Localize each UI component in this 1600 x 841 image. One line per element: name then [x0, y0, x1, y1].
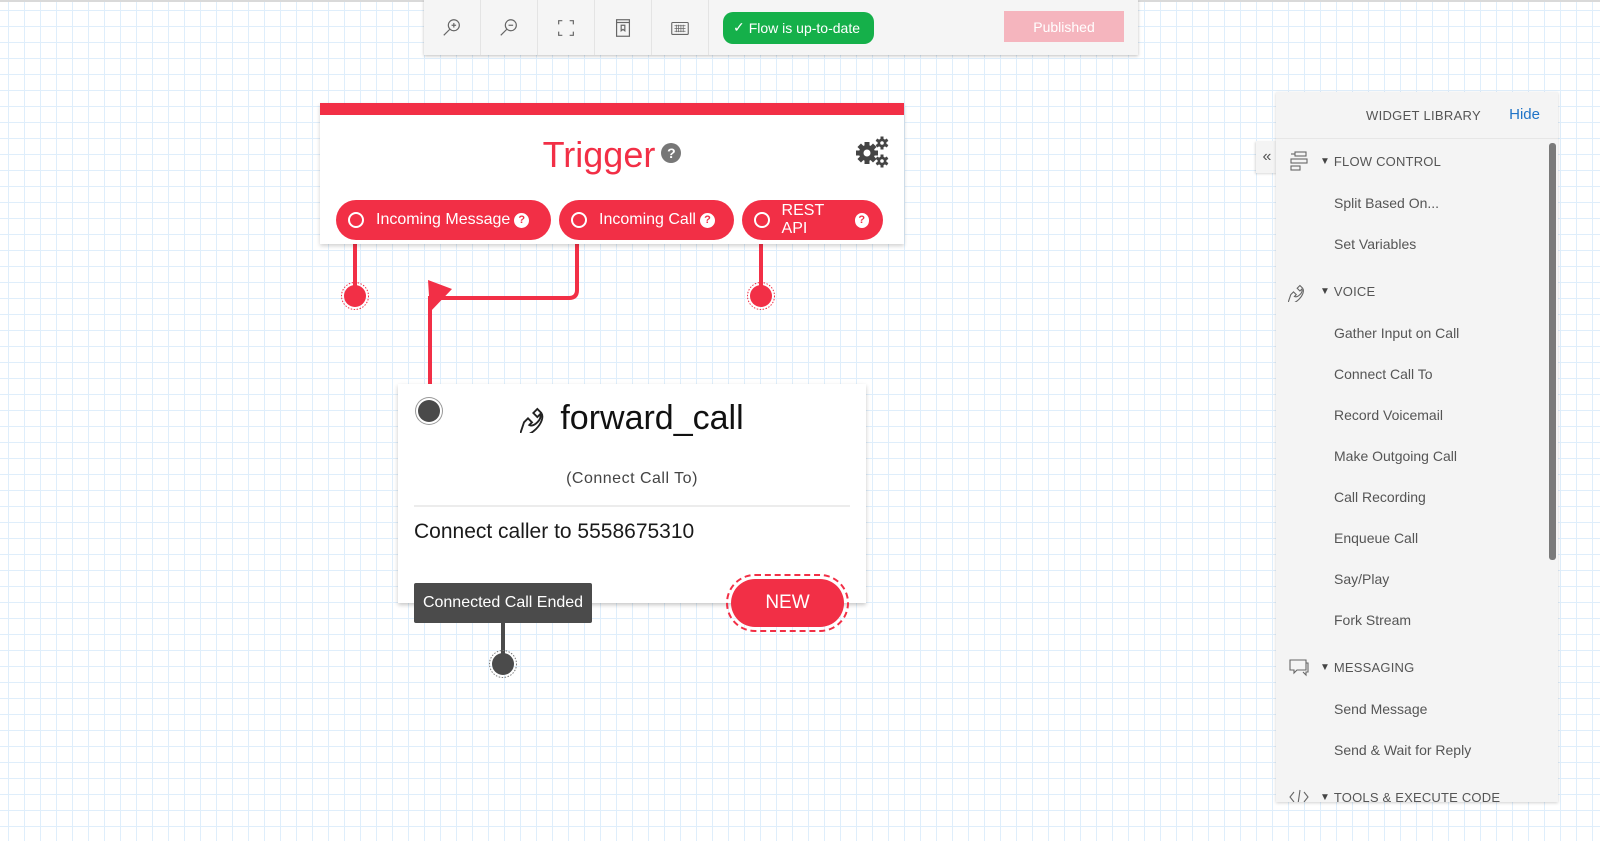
check-icon: ✓: [733, 19, 745, 35]
forward-call-widget[interactable]: forward_call (Connect Call To) Connect c…: [398, 384, 866, 603]
library-item-call-recording[interactable]: Call Recording: [1276, 477, 1558, 518]
section-label: TOOLS & EXECUTE CODE: [1333, 789, 1501, 803]
caret-down-icon: ▼: [1320, 285, 1330, 297]
trigger-rest-api[interactable]: REST API ?: [742, 200, 883, 240]
canvas-toolbar: ✓ Flow is up-to-date Published: [424, 0, 1138, 55]
trigger-incoming-message[interactable]: Incoming Message ?: [336, 200, 551, 240]
zoom-in-button[interactable]: [424, 0, 481, 55]
transition-label: Connected Call Ended: [422, 594, 584, 611]
trigger-title: Trigger?: [320, 135, 904, 175]
publish-button[interactable]: Published: [1004, 11, 1124, 42]
section-voice[interactable]: ▼ VOICE: [1276, 269, 1558, 313]
radio-ring-icon: [754, 212, 770, 228]
flow-control-icon: [1290, 151, 1308, 171]
zoom-in-icon: [443, 18, 460, 36]
widget-title: forward_call: [398, 398, 866, 438]
widget-name: forward_call: [560, 399, 744, 437]
endpoint-rest-api[interactable]: [750, 285, 772, 307]
library-item-connect-call-to[interactable]: Connect Call To: [1276, 354, 1558, 395]
library-list: ▼ FLOW CONTROL Split Based On... Set Var…: [1276, 139, 1558, 802]
caret-down-icon: ▼: [1320, 791, 1330, 803]
widget-description: Connect caller to 5558675310: [414, 520, 695, 543]
endpoint-ring-call-ended: [489, 650, 517, 678]
library-item-make-outgoing-call[interactable]: Make Outgoing Call: [1276, 436, 1558, 477]
library-item-enqueue-call[interactable]: Enqueue Call: [1276, 518, 1558, 559]
zoom-out-button[interactable]: [481, 0, 538, 55]
caret-down-icon: ▼: [1320, 661, 1330, 673]
library-item-record-voicemail[interactable]: Record Voicemail: [1276, 395, 1558, 436]
trigger-widget[interactable]: Trigger? Incoming Message ? Incoming Cal…: [320, 103, 904, 244]
trigger-incoming-call[interactable]: Incoming Call ?: [559, 200, 734, 240]
trigger-label: Incoming Message: [376, 211, 511, 228]
help-icon[interactable]: ?: [699, 212, 715, 228]
code-icon: [1289, 789, 1309, 802]
endpoint-call-ended[interactable]: [492, 653, 514, 675]
library-header: WIDGET LIBRARY Hide: [1276, 92, 1558, 139]
radio-ring-icon: [348, 212, 364, 228]
library-item-send-wait-reply[interactable]: Send & Wait for Reply: [1276, 730, 1558, 771]
library-item-gather-input[interactable]: Gather Input on Call: [1276, 313, 1558, 354]
endpoint-ring-rest-api: [747, 282, 775, 310]
section-messaging[interactable]: ▼ MESSAGING: [1276, 645, 1558, 689]
keyboard-icon: [671, 21, 689, 35]
flow-status-text: Flow is up-to-date: [748, 19, 861, 36]
hide-library-link[interactable]: Hide: [1509, 106, 1540, 123]
fit-screen-icon: [558, 19, 574, 36]
library-item-fork-stream[interactable]: Fork Stream: [1276, 600, 1558, 641]
section-flow-control[interactable]: ▼ FLOW CONTROL: [1276, 139, 1558, 183]
library-item-send-message[interactable]: Send Message: [1276, 689, 1558, 730]
wire-arrowhead: [428, 280, 452, 312]
radio-ring-icon: [571, 212, 587, 228]
collapse-library-button[interactable]: «: [1256, 141, 1278, 173]
caret-down-icon: ▼: [1320, 155, 1330, 167]
phone-icon: [519, 407, 544, 437]
trigger-title-text: Trigger: [542, 134, 656, 175]
library-title: WIDGET LIBRARY: [1366, 108, 1481, 123]
section-label: FLOW CONTROL: [1333, 153, 1442, 169]
save-draft-button[interactable]: [595, 0, 652, 55]
widget-input-port[interactable]: [418, 400, 440, 422]
chat-icon: [1289, 659, 1309, 677]
gear-icon[interactable]: [854, 135, 890, 169]
widget-divider: [414, 505, 850, 507]
publish-label: Published: [1033, 18, 1095, 35]
zoom-out-icon: [500, 18, 517, 36]
section-label: MESSAGING: [1333, 659, 1415, 675]
double-chevron-left-icon: «: [1262, 148, 1272, 165]
section-tools-execute-code[interactable]: ▼ TOOLS & EXECUTE CODE: [1276, 775, 1558, 802]
keyboard-shortcuts-button[interactable]: [652, 0, 709, 55]
library-item-split-based-on[interactable]: Split Based On...: [1276, 183, 1558, 224]
new-transition-button[interactable]: NEW: [726, 574, 849, 632]
transition-connected-call-ended[interactable]: Connected Call Ended: [414, 583, 592, 623]
wire-incoming-call: [428, 225, 579, 384]
help-icon[interactable]: ?: [854, 212, 869, 228]
new-label: NEW: [765, 592, 810, 613]
widget-library-panel: WIDGET LIBRARY Hide ▼ FLOW CONTROL Split…: [1276, 92, 1558, 802]
library-scrollbar[interactable]: [1549, 143, 1556, 560]
library-item-set-variables[interactable]: Set Variables: [1276, 224, 1558, 265]
flow-status-badge: ✓ Flow is up-to-date: [723, 11, 875, 44]
fit-screen-button[interactable]: [538, 0, 595, 55]
trigger-label: Incoming Call: [599, 211, 696, 228]
library-item-say-play[interactable]: Say/Play: [1276, 559, 1558, 600]
widget-type: (Connect Call To): [566, 470, 698, 487]
bookmark-icon: [615, 18, 631, 37]
trigger-label: REST API: [781, 202, 824, 237]
section-label: VOICE: [1333, 283, 1376, 299]
help-icon[interactable]: ?: [514, 212, 530, 228]
endpoint-incoming-message[interactable]: [344, 285, 366, 307]
endpoint-ring-incoming-message: [341, 282, 369, 310]
help-icon[interactable]: ?: [661, 143, 682, 164]
phone-icon: [1288, 284, 1304, 302]
